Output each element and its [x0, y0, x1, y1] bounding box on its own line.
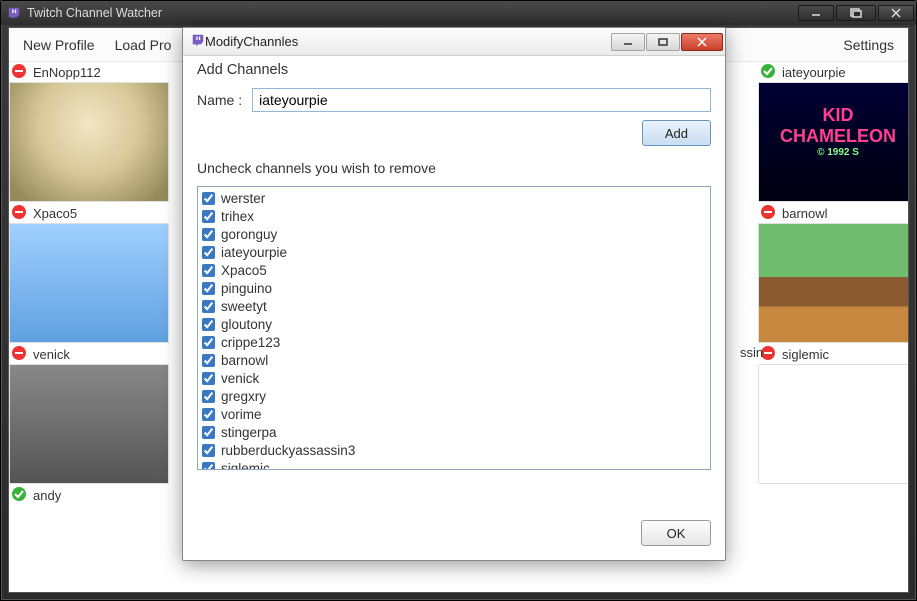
channel-checkbox[interactable] [202, 282, 215, 295]
twitch-icon [191, 33, 205, 50]
checklist-row[interactable]: goronguy [200, 225, 708, 243]
channel-checkbox[interactable] [202, 390, 215, 403]
checklist-label: pinguino [221, 281, 272, 296]
checklist-label: rubberduckyassassin3 [221, 443, 355, 458]
channel-checkbox[interactable] [202, 300, 215, 313]
channel-thumb [758, 223, 908, 343]
channel-label: siglemic [782, 347, 829, 362]
dialog-minimize-button[interactable] [611, 33, 645, 51]
channel-checkbox[interactable] [202, 462, 215, 471]
checklist-label: iateyourpie [221, 245, 287, 260]
channel-label: venick [33, 347, 70, 362]
channel-label: barnowl [782, 206, 828, 221]
checklist-label: siglemic [221, 461, 270, 471]
checklist-label: venick [221, 371, 259, 386]
checklist-row[interactable]: siglemic [200, 459, 708, 470]
remove-instruction: Uncheck channels you wish to remove [197, 160, 711, 176]
name-label: Name : [197, 92, 242, 108]
checklist-row[interactable]: barnowl [200, 351, 708, 369]
channel-checkbox[interactable] [202, 336, 215, 349]
channel-checkbox[interactable] [202, 246, 215, 259]
channel-item[interactable]: venick [9, 344, 179, 484]
channel-item[interactable]: barnowl [758, 203, 908, 343]
status-offline-icon [760, 204, 778, 222]
channel-thumb: KID CHAMELEON © 1992 S [758, 82, 908, 202]
channel-thumb [9, 364, 169, 484]
menu-load-profile[interactable]: Load Pro [115, 37, 172, 53]
checklist-row[interactable]: sweetyt [200, 297, 708, 315]
checklist-label: goronguy [221, 227, 277, 242]
checklist-label: gregxry [221, 389, 266, 404]
channel-label-partial: ssin [740, 345, 763, 360]
checklist-row[interactable]: Xpaco5 [200, 261, 708, 279]
channel-item[interactable]: iateyourpie KID CHAMELEON © 1992 S [758, 62, 908, 202]
checklist-row[interactable]: gregxry [200, 387, 708, 405]
channel-item[interactable]: EnNopp112 [9, 62, 179, 202]
channel-checkbox[interactable] [202, 264, 215, 277]
checklist-label: barnowl [221, 353, 268, 368]
checklist-label: stingerpa [221, 425, 277, 440]
dialog-close-button[interactable] [681, 33, 723, 51]
channel-thumb [758, 364, 908, 484]
ok-button[interactable]: OK [641, 520, 711, 546]
channel-checkbox[interactable] [202, 444, 215, 457]
window-title: Twitch Channel Watcher [27, 6, 162, 20]
minimize-button[interactable] [798, 5, 834, 21]
checklist-row[interactable]: vorime [200, 405, 708, 423]
checklist-row[interactable]: trihex [200, 207, 708, 225]
checklist-label: Xpaco5 [221, 263, 267, 278]
dialog-title: ModifyChannles [205, 34, 298, 49]
add-button[interactable]: Add [642, 120, 711, 146]
channel-item[interactable]: ssin siglemic [758, 344, 908, 484]
checklist-label: werster [221, 191, 265, 206]
channel-checklist[interactable]: werster trihex goronguy iateyourpie Xpaco5 pi… [197, 186, 711, 470]
channel-item[interactable]: andy [9, 485, 179, 505]
checklist-row[interactable]: werster [200, 189, 708, 207]
channel-label: Xpaco5 [33, 206, 77, 221]
checklist-row[interactable]: pinguino [200, 279, 708, 297]
dialog-titlebar[interactable]: ModifyChannles [183, 28, 725, 56]
twitch-icon [7, 6, 21, 20]
checklist-label: vorime [221, 407, 262, 422]
close-button[interactable] [878, 5, 914, 21]
menu-settings[interactable]: Settings [843, 37, 894, 53]
channel-name-input[interactable] [252, 88, 711, 112]
channel-checkbox[interactable] [202, 228, 215, 241]
titlebar[interactable]: Twitch Channel Watcher [1, 1, 916, 25]
checklist-row[interactable]: venick [200, 369, 708, 387]
channel-item[interactable]: Xpaco5 [9, 203, 179, 343]
maximize-button[interactable] [836, 5, 876, 21]
checklist-row[interactable]: rubberduckyassassin3 [200, 441, 708, 459]
checklist-row[interactable]: stingerpa [200, 423, 708, 441]
section-add-channels: Add Channels [197, 62, 711, 78]
channel-checkbox[interactable] [202, 372, 215, 385]
channel-checkbox[interactable] [202, 408, 215, 421]
status-offline-icon [11, 345, 29, 363]
checklist-label: sweetyt [221, 299, 267, 314]
channel-checkbox[interactable] [202, 210, 215, 223]
status-offline-icon [11, 63, 29, 81]
checklist-label: crippe123 [221, 335, 280, 350]
modify-channels-dialog: ModifyChannles Add Channels Name : Add U… [182, 27, 726, 561]
channel-checkbox[interactable] [202, 192, 215, 205]
checklist-row[interactable]: gloutony [200, 315, 708, 333]
checklist-label: trihex [221, 209, 254, 224]
status-online-icon [760, 63, 778, 81]
status-online-icon [11, 486, 29, 504]
checklist-label: gloutony [221, 317, 272, 332]
app-window: Twitch Channel Watcher New Profile Load … [0, 0, 917, 601]
channel-thumb [9, 82, 169, 202]
channel-thumb [9, 223, 169, 343]
dialog-maximize-button[interactable] [646, 33, 680, 51]
channel-checkbox[interactable] [202, 426, 215, 439]
checklist-row[interactable]: crippe123 [200, 333, 708, 351]
channel-label: iateyourpie [782, 65, 846, 80]
menu-new-profile[interactable]: New Profile [23, 37, 95, 53]
status-offline-icon [11, 204, 29, 222]
channel-label: EnNopp112 [33, 65, 101, 80]
channel-checkbox[interactable] [202, 354, 215, 367]
channel-checkbox[interactable] [202, 318, 215, 331]
channel-label: andy [33, 488, 61, 503]
checklist-row[interactable]: iateyourpie [200, 243, 708, 261]
